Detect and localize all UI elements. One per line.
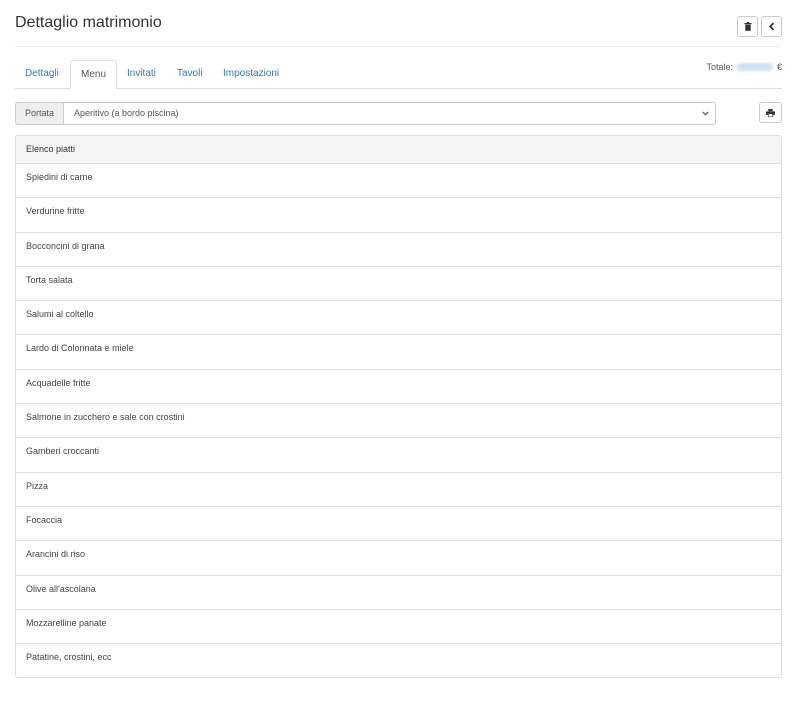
- course-addon-label: Portata: [15, 102, 63, 125]
- delete-button[interactable]: [737, 16, 758, 37]
- dish-item: Torta salata: [16, 267, 781, 302]
- print-icon: [766, 108, 775, 117]
- dish-item: Patatine, crostini, ecc: [26, 652, 112, 663]
- dish-item: Bocconcini di grana: [16, 233, 781, 267]
- dish-item: Acquadelle fritte: [16, 370, 781, 405]
- tab-impostazioni[interactable]: Impostazioni: [213, 60, 289, 89]
- dish-item: Salumi al coltello: [16, 301, 781, 336]
- dish-item: Olive all'ascolana: [16, 576, 781, 610]
- print-button[interactable]: [759, 102, 782, 123]
- page-header: Dettaglio matrimonio: [15, 0, 782, 47]
- chevron-left-icon: [768, 22, 774, 31]
- page-title: Dettaglio matrimonio: [15, 14, 162, 31]
- tab-dettagli[interactable]: Dettagli: [15, 60, 69, 89]
- dish-item: Spiedini di carne: [16, 164, 781, 199]
- total-label: Totale:: [706, 62, 733, 72]
- dish-item: Lardo di Colonnata e miele: [16, 335, 781, 370]
- course-select-group: Portata Aperitivo (a bordo piscina): [15, 102, 716, 125]
- dish-item: Pizza: [16, 473, 781, 507]
- dish-list-panel: Elenco piatti Spiedini di carne Verdurin…: [15, 135, 782, 678]
- tab-bar: Dettagli Menu Invitati Tavoli Impostazio…: [15, 60, 782, 90]
- dish-item: Gamberi croccanti: [16, 438, 781, 473]
- tab-tavoli[interactable]: Tavoli: [167, 60, 213, 89]
- course-select[interactable]: Aperitivo (a bordo piscina): [63, 102, 716, 125]
- dish-item: Mozzarelline panate: [16, 610, 781, 645]
- course-select-value: Aperitivo (a bordo piscina): [74, 108, 179, 118]
- dish-item: Salmone in zucchero e sale con crostini: [16, 404, 781, 439]
- dish-item: Arancini di riso: [16, 541, 781, 576]
- chevron-down-icon: [702, 111, 709, 116]
- dish-list-heading: Elenco piatti: [16, 136, 781, 164]
- tab-invitati[interactable]: Invitati: [117, 60, 166, 89]
- total-amount-redacted: [736, 63, 773, 71]
- total-summary: Totale: €: [706, 62, 782, 72]
- dish-item: Focaccia: [16, 507, 781, 542]
- total-currency: €: [776, 62, 782, 72]
- dish-item: Verdurine fritte: [16, 198, 781, 233]
- trash-icon: [744, 22, 751, 31]
- tab-menu[interactable]: Menu: [70, 60, 118, 90]
- back-button[interactable]: [761, 16, 782, 37]
